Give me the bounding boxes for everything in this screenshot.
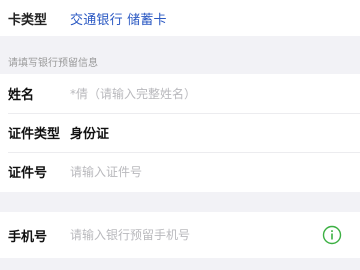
id-type-row[interactable]: 证件类型 身份证 [0,113,360,152]
id-type-value[interactable]: 身份证 [70,123,109,142]
id-number-input[interactable] [70,164,340,179]
phone-row: 手机号 [0,212,360,258]
phone-input[interactable] [70,228,310,242]
phone-label: 手机号 [8,229,48,245]
card-type-row[interactable]: 卡类型 交通银行 储蓄卡 [0,0,360,36]
id-number-label: 证件号 [8,166,48,181]
name-row: 姓名 [0,74,360,113]
name-label: 姓名 [8,88,35,103]
id-type-label: 证件类型 [8,127,61,142]
info-circle-icon[interactable] [322,225,342,245]
bank-info-form-screen: 卡类型 交通银行 储蓄卡 请填写银行预留信息 姓名 证件类型 身份证 证件号 手… [0,0,360,270]
section-header: 请填写银行预留信息 [8,58,98,69]
card-type-value[interactable]: 交通银行 储蓄卡 [70,9,167,28]
id-number-row: 证件号 [0,152,360,191]
identity-form-group: 姓名 证件类型 身份证 证件号 [0,74,360,192]
card-type-label: 卡类型 [8,12,48,28]
name-input[interactable] [70,86,340,101]
